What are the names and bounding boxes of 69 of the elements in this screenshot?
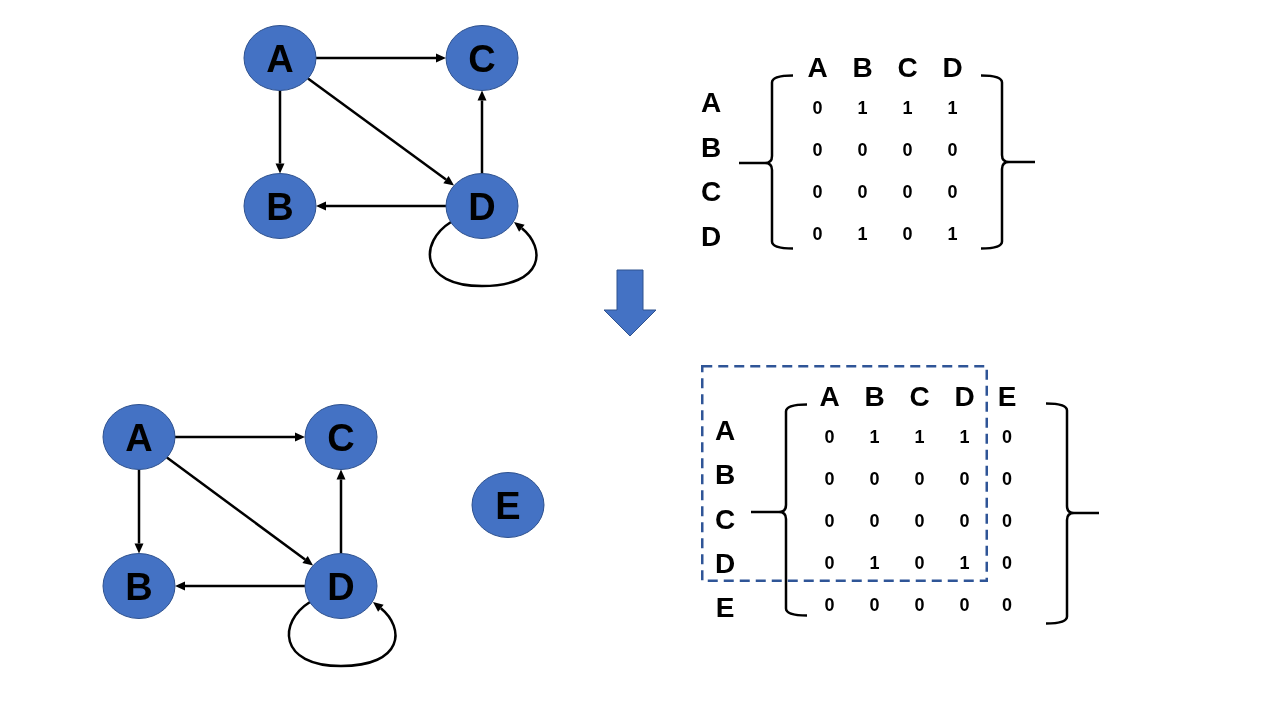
matrix-cell: 0 xyxy=(824,470,835,488)
matrix-cell: 0 xyxy=(902,225,913,243)
graph-node: A xyxy=(243,25,317,91)
matrix-cell: 0 xyxy=(1002,554,1012,572)
matrix-cell: 1 xyxy=(947,99,958,117)
graph-node: B xyxy=(102,553,176,619)
column-header: B xyxy=(864,383,885,411)
matrix-cell: 1 xyxy=(869,428,880,446)
matrix-cell: 0 xyxy=(812,183,823,201)
matrix-cell: 1 xyxy=(869,554,880,572)
row-label: A xyxy=(714,417,736,445)
graph-node: C xyxy=(304,404,378,470)
matrix-cell: 1 xyxy=(914,428,925,446)
matrix-cell: 0 xyxy=(1002,428,1012,446)
graph-node: B xyxy=(243,173,317,239)
matrix-cell: 0 xyxy=(959,596,970,614)
matrix-cell: 0 xyxy=(902,183,913,201)
column-header: C xyxy=(897,54,918,82)
matrix-cell: 0 xyxy=(869,512,880,530)
matrix-cell: 0 xyxy=(1002,512,1012,530)
matrix-cell: 0 xyxy=(869,596,880,614)
matrix-cell: 1 xyxy=(947,225,958,243)
column-header: A xyxy=(819,383,840,411)
row-label: E xyxy=(715,594,735,622)
matrix-cell: 0 xyxy=(869,470,880,488)
matrix-cell: 1 xyxy=(902,99,913,117)
matrix-cell: 0 xyxy=(914,596,925,614)
column-header: D xyxy=(942,54,963,82)
column-header: E xyxy=(997,383,1017,411)
matrix-cell: 0 xyxy=(914,470,925,488)
matrix-cell: 0 xyxy=(1002,470,1012,488)
matrix-cell: 1 xyxy=(959,554,970,572)
matrix-cell: 0 xyxy=(824,512,835,530)
graph-node: A xyxy=(102,404,176,470)
matrix-cell: 0 xyxy=(812,141,823,159)
graph-node: E xyxy=(471,472,545,538)
matrix-cell: 1 xyxy=(959,428,970,446)
row-label: D xyxy=(700,223,722,252)
matrix-cell: 0 xyxy=(902,141,913,159)
matrix-cell: 0 xyxy=(857,183,868,201)
row-label: D xyxy=(714,549,736,578)
column-header: B xyxy=(852,54,873,82)
matrix-cell: 0 xyxy=(824,596,835,614)
row-label: B xyxy=(714,461,736,490)
row-label: A xyxy=(700,89,722,117)
column-header: A xyxy=(807,54,828,82)
row-label: C xyxy=(700,178,722,207)
matrix-cell: 0 xyxy=(959,470,970,488)
matrix-cell: 0 xyxy=(824,428,835,446)
row-label: C xyxy=(714,505,736,534)
down-arrow xyxy=(603,269,657,337)
graph-node: D xyxy=(304,553,378,619)
matrix-cell: 0 xyxy=(824,554,835,572)
graph-node: D xyxy=(445,173,519,239)
matrix-cell: 1 xyxy=(857,99,868,117)
matrix-cell: 0 xyxy=(857,141,868,159)
matrix-cell: 0 xyxy=(947,141,958,159)
matrix-cell: 0 xyxy=(914,512,925,530)
matrix-cell: 0 xyxy=(914,554,925,572)
matrix-cell: 1 xyxy=(857,225,868,243)
matrix-cell: 0 xyxy=(1002,596,1012,614)
matrix-cell: 0 xyxy=(947,183,958,201)
column-header: D xyxy=(954,383,975,411)
row-label: B xyxy=(700,133,722,162)
matrix-cell: 0 xyxy=(812,225,823,243)
graph-node: C xyxy=(445,25,519,91)
column-header: C xyxy=(909,383,930,411)
matrix-cell: 0 xyxy=(812,99,823,117)
matrix-cell: 0 xyxy=(959,512,970,530)
